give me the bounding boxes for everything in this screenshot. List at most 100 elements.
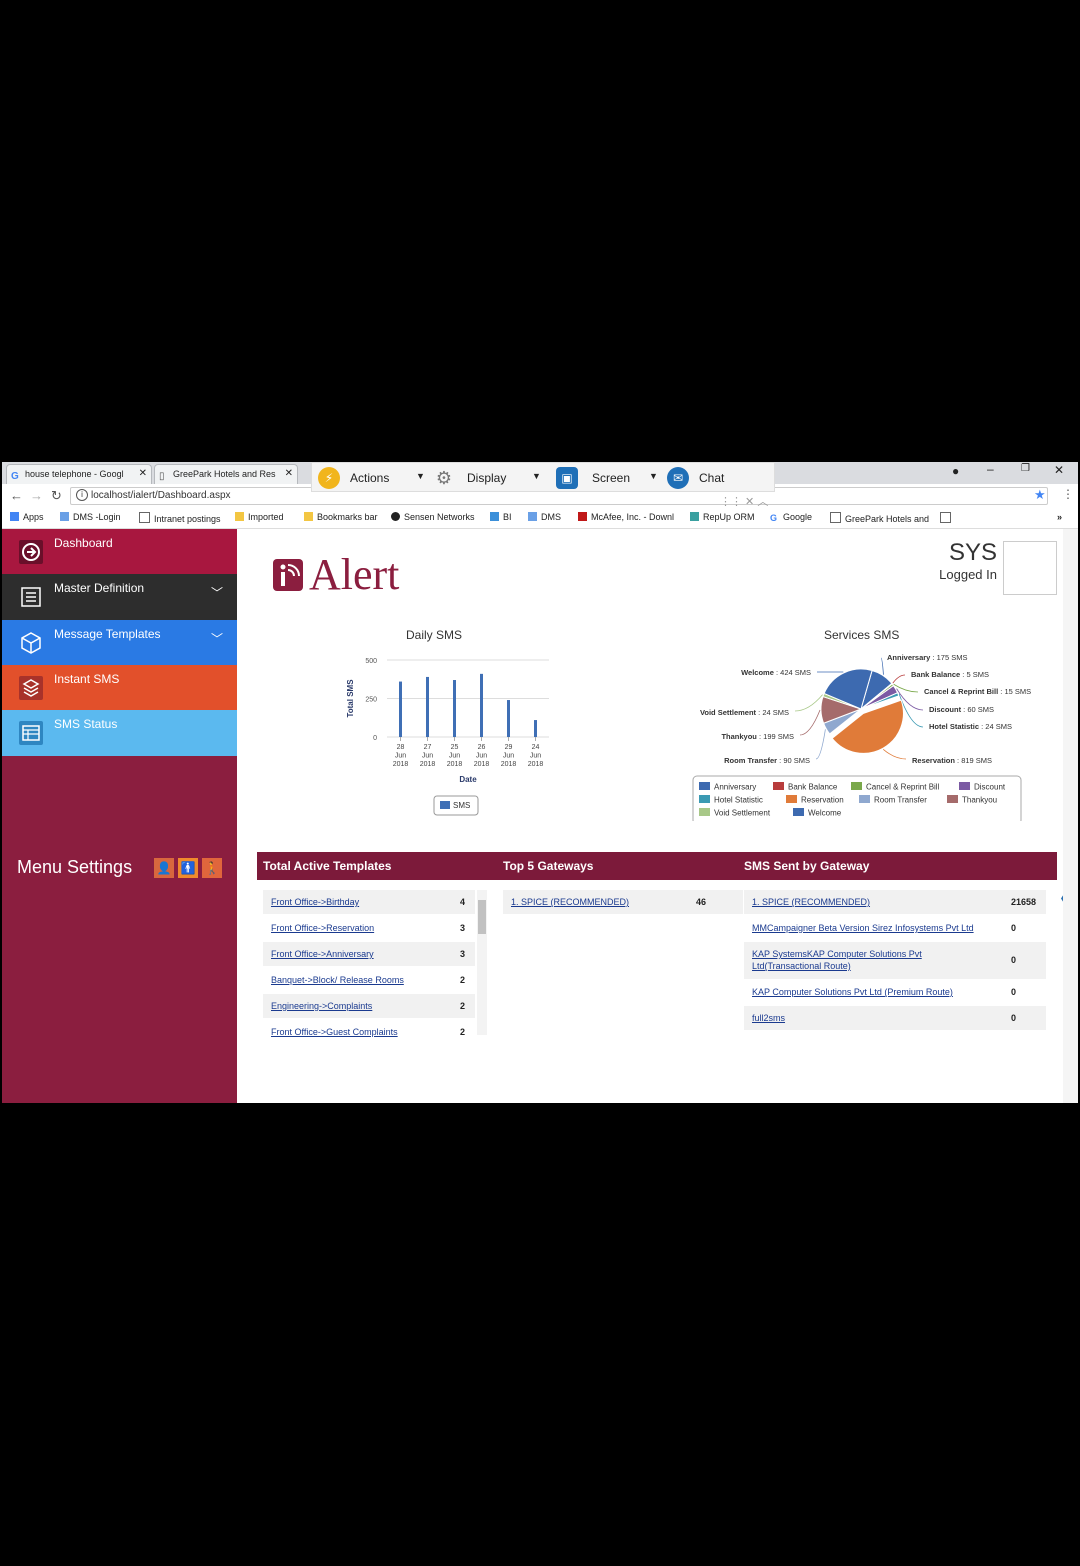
sidebar-item-sms-status[interactable]: SMS Status <box>2 710 237 756</box>
sidebar-item-instant-sms[interactable]: Instant SMS <box>2 665 237 710</box>
chevron-down-icon: ﹀ <box>210 586 223 600</box>
list-item-link[interactable]: Engineering->Complaints <box>271 994 372 1018</box>
walking-icon[interactable]: 🚶 <box>202 858 222 878</box>
list-item: Front Office->Reservation 3 <box>263 916 475 940</box>
list-item-link[interactable]: Front Office->Anniversary <box>271 942 374 966</box>
x-tick-label: Jun <box>503 753 514 760</box>
list-item: 1. SPICE (RECOMMENDED) 46 <box>503 890 743 914</box>
display-menu[interactable]: Display <box>467 468 506 488</box>
actions-menu[interactable]: Actions <box>350 468 389 488</box>
list-item-count: 3 <box>460 923 466 933</box>
list-item-count: 0 <box>1011 923 1017 933</box>
list-item-link[interactable]: Front Office->Birthday <box>271 890 359 914</box>
list-item: full2sms 0 <box>744 1006 1046 1030</box>
page-scrollbar[interactable] <box>1063 529 1078 1103</box>
x-tick-label: Jun <box>449 753 460 760</box>
bookmark-intranet[interactable]: Intranet postings <box>139 512 221 524</box>
chevron-down-icon[interactable]: ▼ <box>532 471 541 481</box>
bookmark-bookmarks-bar[interactable]: Bookmarks bar <box>304 512 378 522</box>
sidebar-item-dashboard[interactable]: Dashboard <box>2 529 237 574</box>
bookmark-repup[interactable]: RepUp ORM <box>690 512 755 522</box>
bookmark-apps[interactable]: Apps <box>10 512 44 522</box>
sidebar-item-label: Dashboard <box>54 536 113 550</box>
legend-swatch <box>773 782 784 790</box>
templates-panel-title: Total Active Templates <box>263 859 392 873</box>
scrollbar-thumb[interactable] <box>478 900 486 934</box>
minimize-icon[interactable]: – <box>987 462 994 476</box>
page-icon[interactable] <box>940 512 955 524</box>
more-bookmarks-icon[interactable]: » <box>1057 512 1062 522</box>
table-icon <box>19 721 43 745</box>
drive-icon <box>60 512 69 521</box>
bookmark-greepark[interactable]: GreePark Hotels and <box>830 512 929 524</box>
bookmark-imported[interactable]: Imported <box>235 512 284 522</box>
legend-swatch <box>851 782 862 790</box>
bookmark-label: RepUp ORM <box>703 512 755 522</box>
list-item: 1. SPICE (RECOMMENDED) 21658 <box>744 890 1046 914</box>
chat-menu[interactable]: Chat <box>699 468 724 488</box>
bookmark-bi[interactable]: BI <box>490 512 512 522</box>
legend-swatch <box>947 795 958 803</box>
list-item-link[interactable]: Banquet->Block/ Release Rooms <box>271 968 404 992</box>
bookmark-google[interactable]: G Google <box>770 512 813 523</box>
x-tick-label: Jun <box>530 753 541 760</box>
stack-icon <box>19 676 43 700</box>
bookmark-dms-login[interactable]: DMS -Login <box>60 512 121 522</box>
close-icon[interactable]: ✕ <box>139 465 147 483</box>
back-icon[interactable]: ← <box>10 488 23 503</box>
person-icon[interactable]: 🚹 <box>178 858 198 878</box>
browser-tab-1[interactable]: G house telephone - Googl ✕ <box>6 464 152 484</box>
browser-tab-2[interactable]: ▯ GreePark Hotels and Res ✕ <box>154 464 298 484</box>
templates-scrollbar[interactable] <box>477 890 487 1035</box>
bookmark-star-icon[interactable]: ★ <box>1034 487 1046 503</box>
user-info: SYS Logged In <box>937 539 997 582</box>
avatar[interactable] <box>1003 541 1057 595</box>
list-item-link[interactable]: Front Office->Guest Complaints <box>271 1020 398 1044</box>
window-close-icon[interactable]: ✕ <box>1054 463 1064 477</box>
bookmark-mcafee[interactable]: McAfee, Inc. - Downl <box>578 512 674 522</box>
bar <box>399 681 402 737</box>
signal-icon <box>280 564 300 586</box>
sidebar-item-master-definition[interactable]: Master Definition ﹀ <box>2 574 237 620</box>
list-item-link[interactable]: full2sms <box>752 1006 785 1030</box>
pie-data-label: Cancel & Reprint Bill : 15 SMS <box>924 687 1031 696</box>
pie-data-label: Welcome : 424 SMS <box>741 668 811 677</box>
user-icon[interactable]: 👤 <box>154 858 174 878</box>
screenshot-window: G house telephone - Googl ✕ ▯ GreePark H… <box>2 462 1078 1103</box>
profile-icon[interactable]: ● <box>952 464 959 478</box>
sidebar-item-label: SMS Status <box>54 717 118 731</box>
forward-icon[interactable]: → <box>30 488 43 503</box>
list-item-link[interactable]: Front Office->Reservation <box>271 916 374 940</box>
bar <box>453 680 456 737</box>
reload-icon[interactable]: ↻ <box>51 488 62 504</box>
list-item-link-line: Ltd(Transactional Route) <box>752 961 851 971</box>
chevron-down-icon[interactable]: ▼ <box>649 471 658 481</box>
list-item-link[interactable]: 1. SPICE (RECOMMENDED) <box>511 890 629 914</box>
x-tick-label: 2018 <box>420 761 436 768</box>
legend-label: Room Transfer <box>874 796 927 805</box>
pie-data-label: Anniversary : 175 SMS <box>887 653 967 662</box>
bookmark-sensen[interactable]: Sensen Networks <box>391 512 475 522</box>
bookmark-dms[interactable]: DMS <box>528 512 561 522</box>
list-item-link[interactable]: 1. SPICE (RECOMMENDED) <box>752 890 870 914</box>
close-icon[interactable]: ✕ <box>285 465 293 483</box>
list-item-link[interactable]: KAP SystemsKAP Computer Solutions Pvt Ltd… <box>752 948 922 972</box>
list-item-count: 0 <box>1011 987 1017 997</box>
screen-menu[interactable]: Screen <box>592 468 630 488</box>
chevron-down-icon[interactable]: ▼ <box>416 471 425 481</box>
bookmark-label: Intranet postings <box>154 514 221 524</box>
info-icon[interactable]: i <box>76 489 88 501</box>
pie-data-label: Thankyou : 199 SMS <box>721 732 794 741</box>
list-item-link[interactable]: MMCampaigner Beta Version Sirez Infosyst… <box>752 916 974 940</box>
y-tick-label: 250 <box>365 697 377 704</box>
user-name: SYS <box>948 539 997 566</box>
bookmark-label: Google <box>783 512 813 522</box>
legend-swatch <box>959 782 970 790</box>
sidebar-item-message-templates[interactable]: Message Templates ﹀ <box>2 620 237 665</box>
list-item-link[interactable]: KAP Computer Solutions Pvt Ltd (Premium … <box>752 980 953 1004</box>
browser-menu-icon[interactable]: ⋮ <box>1062 487 1074 501</box>
cube-icon <box>21 632 41 654</box>
toolbar-controls-icon[interactable]: ⋮⋮ ✕ ︿ <box>720 493 768 509</box>
maximize-icon[interactable]: ❐ <box>1021 463 1030 474</box>
x-tick-label: 2018 <box>447 761 463 768</box>
